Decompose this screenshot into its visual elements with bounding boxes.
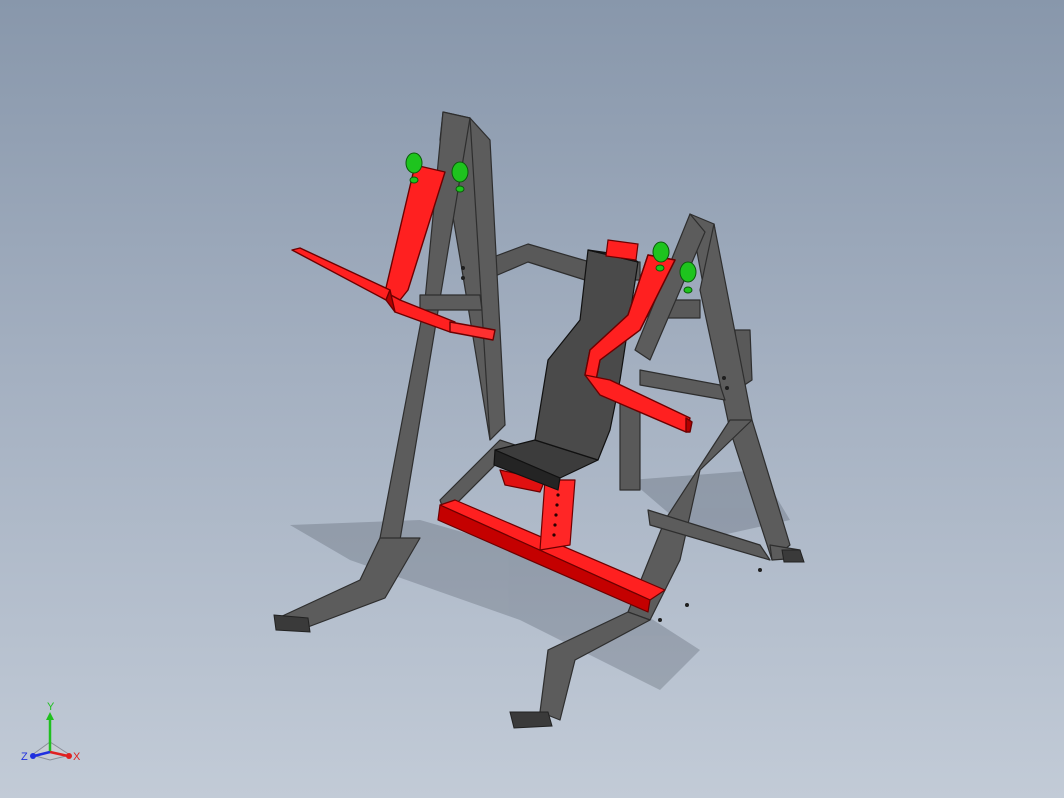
- model-viewport[interactable]: [0, 0, 1064, 798]
- y-axis-label: Y: [47, 701, 55, 713]
- z-axis-label: Z: [21, 751, 28, 763]
- x-arrow-icon: [66, 753, 72, 759]
- y-arrow-icon: [46, 712, 54, 720]
- view-orientation-triad[interactable]: Y X Z: [18, 700, 88, 770]
- x-axis-label: X: [73, 751, 81, 763]
- left-foot-pad: [273, 614, 311, 633]
- headrest-bracket: [605, 239, 639, 261]
- z-arrow-icon: [30, 753, 36, 759]
